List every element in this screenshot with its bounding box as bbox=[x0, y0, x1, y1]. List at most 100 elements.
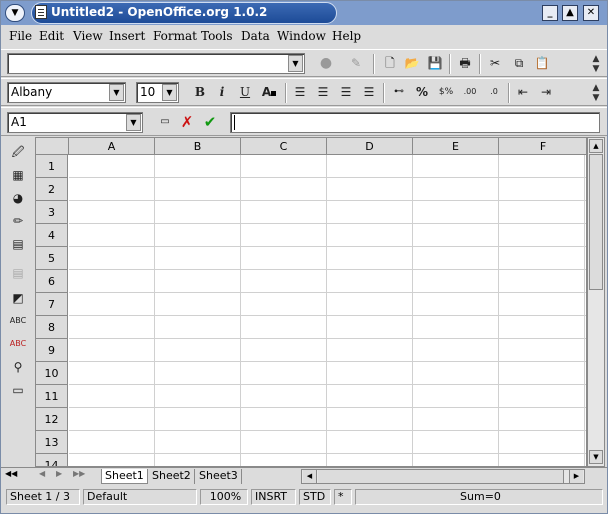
font-name-combo[interactable]: Albany ▼ bbox=[7, 82, 126, 103]
scroll-left-button[interactable]: ◀ bbox=[303, 470, 317, 483]
maximize-button[interactable]: ▲ bbox=[562, 5, 578, 21]
paste-icon[interactable]: 📋 bbox=[533, 54, 551, 72]
window-menu-button[interactable]: ▼ bbox=[5, 4, 25, 22]
function-autopilot-icon[interactable]: ▭ bbox=[156, 113, 174, 131]
add-decimal-icon[interactable]: .00 bbox=[461, 83, 479, 101]
open-folder-icon[interactable]: 📂 bbox=[403, 54, 421, 72]
bold-button[interactable]: B bbox=[191, 83, 209, 101]
menu-view[interactable]: View bbox=[73, 29, 103, 43]
select-all-corner[interactable] bbox=[36, 138, 69, 155]
menu-file[interactable]: File bbox=[9, 29, 32, 43]
delete-decimal-icon[interactable]: .0 bbox=[485, 83, 503, 101]
row-header[interactable]: 13 bbox=[36, 431, 68, 454]
show-draw-functions-icon[interactable]: ✏ bbox=[9, 212, 27, 230]
row-header[interactable]: 2 bbox=[36, 178, 68, 201]
vertical-scrollbar[interactable]: ▲ ▼ bbox=[587, 137, 605, 467]
decrease-indent-icon[interactable]: ⇤ bbox=[514, 83, 532, 101]
formula-input[interactable] bbox=[230, 112, 600, 133]
title-bar[interactable]: ▼ Untitled2 - OpenOffice.org 1.0.2 _ ▲ ✕ bbox=[1, 1, 607, 25]
menu-data[interactable]: Data bbox=[241, 29, 270, 43]
status-zoom[interactable]: 100% bbox=[200, 489, 248, 505]
column-header[interactable]: E bbox=[413, 138, 499, 155]
toolbar-more-handle[interactable]: ▲ ▼ bbox=[591, 83, 601, 103]
row-header[interactable]: 9 bbox=[36, 339, 68, 362]
copy-icon[interactable]: ⧉ bbox=[510, 54, 528, 72]
row-header[interactable]: 5 bbox=[36, 247, 68, 270]
align-left-icon[interactable]: ☰ bbox=[291, 83, 309, 101]
row-header[interactable]: 7 bbox=[36, 293, 68, 316]
insert-icon[interactable]: 🖉 bbox=[9, 143, 27, 161]
cancel-icon[interactable]: ✗ bbox=[178, 113, 196, 131]
close-button[interactable]: ✕ bbox=[583, 5, 599, 21]
name-box-arrow[interactable]: ▼ bbox=[126, 114, 141, 131]
font-name-arrow[interactable]: ▼ bbox=[109, 84, 124, 101]
spreadsheet-grid[interactable]: A B C D E F 1 2 3 4 5 6 7 8 9 10 11 12 1… bbox=[35, 137, 587, 467]
column-header[interactable]: B bbox=[155, 138, 241, 155]
menu-insert[interactable]: Insert bbox=[109, 29, 145, 43]
sheet-tab-active[interactable]: Sheet1 bbox=[101, 469, 148, 484]
menu-edit[interactable]: Edit bbox=[39, 29, 64, 43]
find-replace-icon[interactable]: ⚲ bbox=[9, 358, 27, 376]
edit-autofilter-icon[interactable]: ▤ bbox=[9, 264, 27, 282]
column-header[interactable]: F bbox=[499, 138, 586, 155]
sheet-tab[interactable]: Sheet3 bbox=[196, 469, 242, 484]
column-header[interactable]: D bbox=[327, 138, 413, 155]
first-sheet-button[interactable]: ◀◀ bbox=[5, 469, 17, 478]
sheet-tab[interactable]: Sheet2 bbox=[149, 469, 195, 484]
row-header[interactable]: 3 bbox=[36, 201, 68, 224]
justify-icon[interactable]: ☰ bbox=[360, 83, 378, 101]
spellcheck-icon[interactable]: ABC bbox=[9, 312, 27, 330]
horizontal-scrollbar[interactable]: ◀ ▶ bbox=[301, 469, 585, 484]
vertical-scroll-thumb[interactable] bbox=[589, 154, 603, 290]
menu-help[interactable]: Help bbox=[332, 29, 361, 43]
insert-cells-icon[interactable]: ▦ bbox=[9, 166, 27, 184]
cut-icon[interactable]: ✂ bbox=[486, 54, 504, 72]
name-box[interactable]: A1 ▼ bbox=[7, 112, 143, 133]
row-header[interactable]: 4 bbox=[36, 224, 68, 247]
status-insert-mode[interactable]: INSRT bbox=[251, 489, 296, 505]
autospellcheck-icon[interactable]: ABC bbox=[9, 335, 27, 353]
edit-file-icon[interactable]: ✎ bbox=[347, 54, 365, 72]
menu-window[interactable]: Window bbox=[277, 29, 326, 43]
row-header[interactable]: 12 bbox=[36, 408, 68, 431]
align-right-icon[interactable]: ☰ bbox=[337, 83, 355, 101]
column-header[interactable]: C bbox=[241, 138, 327, 155]
percent-format-icon[interactable]: % bbox=[413, 83, 431, 101]
font-size-arrow[interactable]: ▼ bbox=[162, 84, 177, 101]
last-sheet-button[interactable]: ▶▶ bbox=[73, 469, 85, 478]
font-size-combo[interactable]: 10 ▼ bbox=[136, 82, 179, 103]
column-header[interactable]: A bbox=[69, 138, 155, 155]
horizontal-scroll-thumb[interactable] bbox=[318, 470, 564, 483]
row-header[interactable]: 10 bbox=[36, 362, 68, 385]
prev-sheet-button[interactable]: ◀ bbox=[39, 469, 45, 478]
row-header[interactable]: 8 bbox=[36, 316, 68, 339]
currency-format-icon[interactable]: ⊷ bbox=[390, 83, 408, 101]
toolbar-more-handle[interactable]: ▲ ▼ bbox=[591, 54, 601, 74]
status-selection-mode[interactable]: STD bbox=[299, 489, 331, 505]
url-combo[interactable]: ▼ bbox=[7, 53, 305, 74]
italic-button[interactable]: i bbox=[213, 83, 231, 101]
row-header[interactable]: 11 bbox=[36, 385, 68, 408]
menu-tools[interactable]: Tools bbox=[201, 29, 233, 43]
save-icon[interactable]: 💾 bbox=[426, 54, 444, 72]
menu-format[interactable]: Format bbox=[153, 29, 197, 43]
row-header[interactable]: 1 bbox=[36, 155, 68, 178]
align-center-icon[interactable]: ☰ bbox=[314, 83, 332, 101]
print-icon[interactable]: 🖶 bbox=[456, 54, 474, 72]
font-color-icon[interactable]: A bbox=[260, 83, 278, 101]
next-sheet-button[interactable]: ▶ bbox=[56, 469, 62, 478]
scroll-up-button[interactable]: ▲ bbox=[589, 139, 603, 153]
row-header[interactable]: 6 bbox=[36, 270, 68, 293]
standard-format-icon[interactable]: $% bbox=[437, 83, 455, 101]
new-document-icon[interactable]: 🗋 bbox=[381, 54, 399, 72]
accept-icon[interactable]: ✔ bbox=[201, 113, 219, 131]
stop-loading-icon[interactable]: ● bbox=[317, 54, 335, 72]
chart-icon[interactable]: ◩ bbox=[9, 289, 27, 307]
status-page-style[interactable]: Default bbox=[83, 489, 197, 505]
scroll-right-button[interactable]: ▶ bbox=[569, 470, 583, 483]
url-combo-arrow[interactable]: ▼ bbox=[288, 55, 303, 72]
navigator-icon[interactable]: ▭ bbox=[9, 381, 27, 399]
row-header[interactable]: 14 bbox=[36, 454, 68, 466]
scroll-down-button[interactable]: ▼ bbox=[589, 450, 603, 464]
underline-button[interactable]: U bbox=[236, 83, 254, 101]
